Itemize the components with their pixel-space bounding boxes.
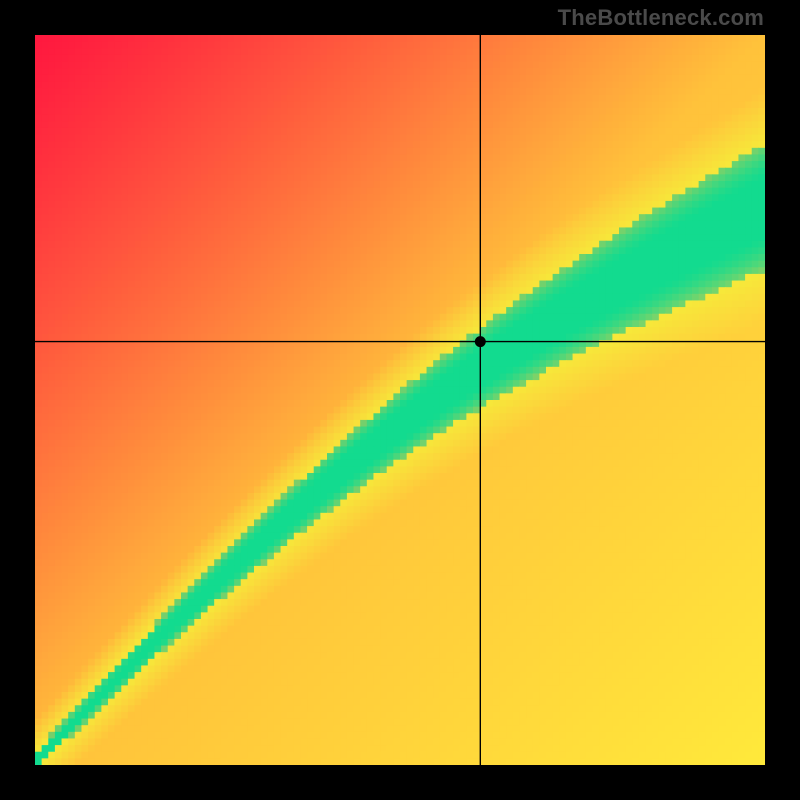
watermark-text: TheBottleneck.com: [558, 5, 764, 31]
heatmap-plot: [35, 35, 765, 765]
heatmap-svg: [35, 35, 765, 765]
chart-frame: TheBottleneck.com: [0, 0, 800, 800]
